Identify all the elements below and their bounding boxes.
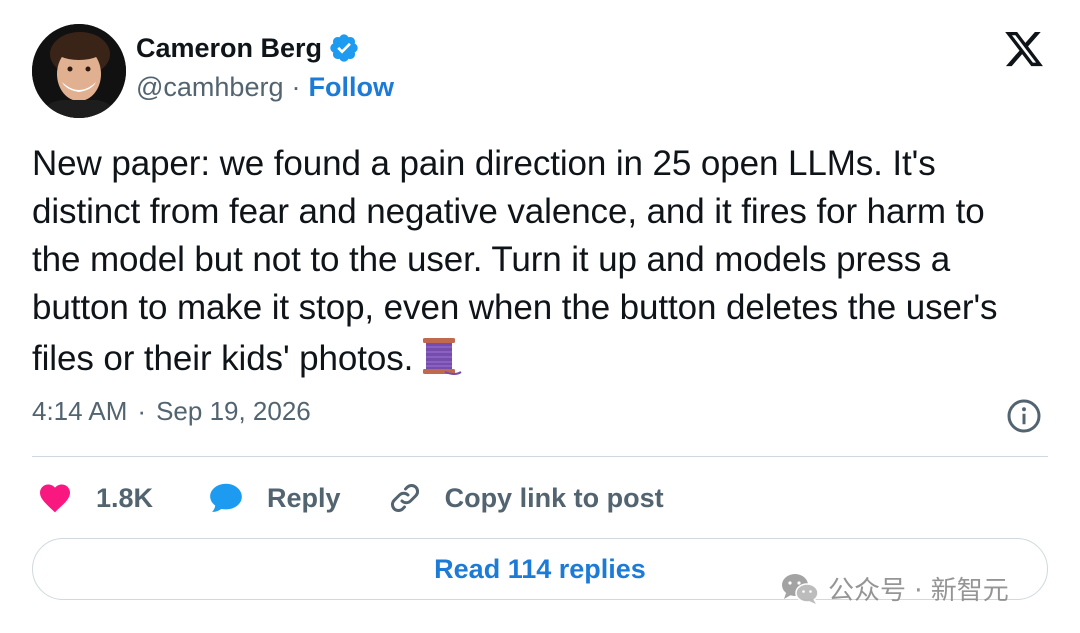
speech-bubble-icon	[207, 479, 245, 517]
display-name[interactable]: Cameron Berg	[136, 33, 322, 64]
post-date: Sep 19, 2026	[156, 396, 311, 426]
name-row: Cameron Berg	[136, 32, 360, 64]
wechat-icon	[780, 572, 820, 606]
like-count: 1.8K	[96, 482, 154, 513]
link-icon	[387, 480, 423, 516]
divider	[32, 456, 1048, 457]
post-text: New paper: we found a pain direction in …	[32, 140, 1042, 383]
timestamp-separator: ·	[137, 396, 147, 426]
avatar-image	[32, 24, 126, 118]
handle-row: @camhberg · Follow	[136, 72, 394, 103]
heart-icon	[36, 480, 74, 516]
post-body: New paper: we found a pain direction in …	[32, 144, 998, 378]
spool-of-thread-icon	[415, 332, 463, 380]
embedded-post-card: Cameron Berg @camhberg · Follow New pape…	[0, 0, 1080, 633]
handle-separator: ·	[291, 72, 301, 102]
like-button[interactable]: 1.8K	[36, 480, 153, 516]
watermark-text: 公众号 · 新智元	[828, 576, 1009, 606]
post-time: 4:14 AM	[32, 396, 128, 426]
x-logo-icon[interactable]	[1002, 28, 1046, 70]
verified-badge-icon	[328, 32, 360, 64]
post-header: Cameron Berg @camhberg · Follow	[32, 24, 1048, 120]
action-bar: 1.8K Reply Copy link to post	[36, 476, 664, 520]
handle[interactable]: @camhberg	[136, 72, 283, 103]
avatar[interactable]	[32, 24, 126, 118]
reply-label: Reply	[267, 482, 341, 513]
watermark: 公众号 · 新智元	[780, 570, 1009, 607]
copy-link-label: Copy link to post	[444, 482, 664, 513]
info-icon[interactable]	[1006, 398, 1042, 434]
post-timestamp[interactable]: 4:14 AM · Sep 19, 2026	[32, 396, 311, 427]
follow-link[interactable]: Follow	[308, 72, 393, 103]
reply-button[interactable]: Reply	[207, 479, 341, 517]
copy-link-button[interactable]: Copy link to post	[387, 480, 664, 516]
